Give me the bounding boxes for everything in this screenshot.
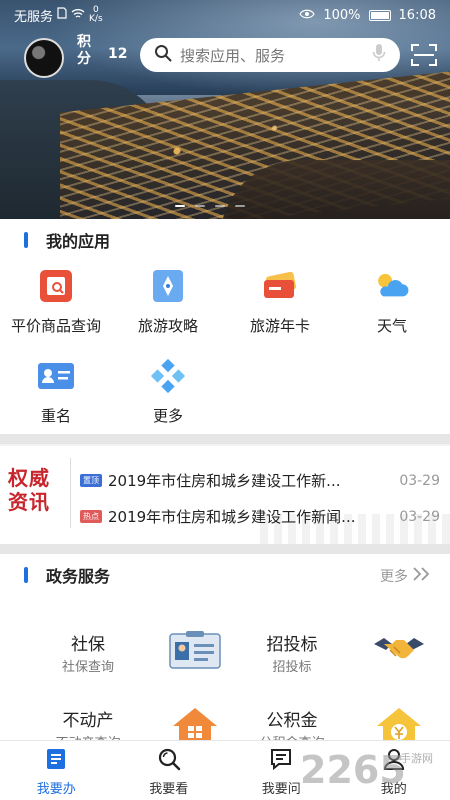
app-label: 天气 — [376, 317, 407, 335]
more-apps-icon — [149, 357, 187, 395]
service-social-security[interactable]: 社保 社保查询 — [28, 630, 228, 690]
avatar[interactable] — [24, 38, 64, 78]
service-title: 公积金 — [266, 711, 318, 731]
app-label: 更多 — [152, 407, 183, 425]
points-label[interactable]: 积分 — [77, 34, 93, 68]
service-title: 不动产 — [62, 711, 114, 731]
search-icon — [157, 747, 181, 775]
service-title: 社保 — [71, 635, 105, 655]
my-apps-section: 我的应用 平价商品查询 旅游攻略 旅游年卡 天气 重名 更多 — [0, 219, 450, 434]
carousel-indicator — [175, 205, 245, 207]
gov-services-title: 政务服务 — [46, 567, 111, 586]
nav-label: 我要问 — [261, 782, 301, 797]
news-logo-line1: 权威 — [8, 466, 50, 490]
clock: 16:08 — [398, 7, 436, 23]
news-tag-badge: 热点 — [80, 510, 102, 523]
service-title: 招投标 — [266, 635, 318, 655]
news-item[interactable]: 置顶 2019年市住房和城乡建设工作新... 03-29 — [80, 470, 440, 491]
news-section: 权威 资讯 置顶 2019年市住房和城乡建设工作新... 03-29 热点 20… — [0, 446, 450, 544]
name-check-icon — [37, 357, 75, 395]
news-date: 03-29 — [399, 508, 440, 525]
nav-label: 我要看 — [149, 782, 189, 797]
net-speed: 0 K/s — [89, 6, 103, 24]
app-more[interactable]: 更多 — [112, 357, 224, 437]
doc-icon — [44, 747, 68, 775]
search-icon — [154, 44, 172, 66]
gov-services-section: 政务服务 更多 社保 社保查询 招投标 招投标 不动产 不动产查询 公积金 公积… — [0, 554, 450, 751]
news-logo-line2: 资讯 — [8, 490, 50, 514]
double-chevron-right-icon — [412, 567, 432, 585]
weather-icon — [373, 267, 411, 305]
microphone-icon[interactable] — [372, 43, 386, 67]
my-apps-header: 我的应用 — [0, 219, 450, 261]
service-subtitle: 招投标 — [272, 660, 312, 675]
news-separator — [70, 458, 71, 528]
app-weather[interactable]: 天气 — [336, 267, 448, 347]
sim-icon — [57, 7, 67, 23]
chat-icon — [269, 747, 293, 775]
battery-percent: 100% — [323, 7, 361, 23]
nav-item-todo[interactable]: 我要办 — [0, 741, 113, 800]
carousel-dot[interactable] — [175, 205, 185, 207]
points-value[interactable]: 12 — [108, 46, 127, 62]
status-bar: 无服务 0 K/s 100% 16:08 — [0, 0, 450, 30]
search-placeholder: 搜索应用、服务 — [180, 46, 286, 65]
section-marker — [24, 567, 28, 583]
section-marker — [24, 232, 28, 248]
service-subtitle: 社保查询 — [61, 660, 114, 675]
app-name-check[interactable]: 重名 — [0, 357, 112, 437]
travel-card-icon — [261, 267, 299, 305]
nav-item-browse[interactable]: 我要看 — [113, 741, 226, 800]
news-headline: 2019年市住房和城乡建设工作新... — [108, 472, 341, 490]
handshake-icon — [372, 630, 428, 674]
news-tag-badge: 置顶 — [80, 474, 102, 487]
app-label: 平价商品查询 — [10, 317, 101, 335]
news-headline: 2019年市住房和城乡建设工作新闻... — [108, 508, 356, 526]
news-item[interactable]: 热点 2019年市住房和城乡建设工作新闻... 03-29 — [80, 506, 440, 527]
app-label: 旅游年卡 — [249, 317, 310, 335]
section-divider — [0, 544, 450, 554]
scan-icon[interactable] — [411, 44, 437, 66]
eye-icon — [299, 8, 316, 23]
wifi-icon — [71, 8, 85, 23]
carousel-dot[interactable] — [215, 205, 225, 207]
app-price-query[interactable]: 平价商品查询 — [0, 267, 112, 347]
my-apps-title: 我的应用 — [46, 232, 111, 251]
price-query-icon — [37, 267, 75, 305]
id-card-icon — [168, 630, 224, 674]
app-travel-card[interactable]: 旅游年卡 — [224, 267, 336, 347]
carrier-text: 无服务 — [14, 9, 54, 25]
news-date: 03-29 — [399, 472, 440, 489]
section-divider — [0, 434, 450, 444]
app-label: 旅游攻略 — [137, 317, 198, 335]
more-label: 更多 — [380, 569, 408, 585]
net-speed-unit: K/s — [89, 14, 103, 24]
app-label: 重名 — [40, 407, 71, 425]
service-bidding[interactable]: 招投标 招投标 — [232, 630, 432, 690]
watermark-logo: 2265 — [300, 748, 406, 792]
travel-guide-icon — [149, 267, 187, 305]
nav-label: 我要办 — [36, 782, 76, 797]
news-logo: 权威 资讯 — [8, 466, 62, 514]
app-grid: 平价商品查询 旅游攻略 旅游年卡 天气 重名 更多 — [0, 261, 450, 437]
more-services-link[interactable]: 更多 — [380, 566, 432, 586]
carousel-dot[interactable] — [195, 205, 205, 207]
search-bar[interactable]: 搜索应用、服务 — [140, 38, 400, 72]
watermark-subtitle: 手游网 — [400, 752, 433, 765]
battery-icon — [368, 9, 391, 21]
app-travel-guide[interactable]: 旅游攻略 — [112, 267, 224, 347]
carousel-dot[interactable] — [235, 205, 245, 207]
top-bar: 积分 12 搜索应用、服务 — [0, 30, 450, 78]
